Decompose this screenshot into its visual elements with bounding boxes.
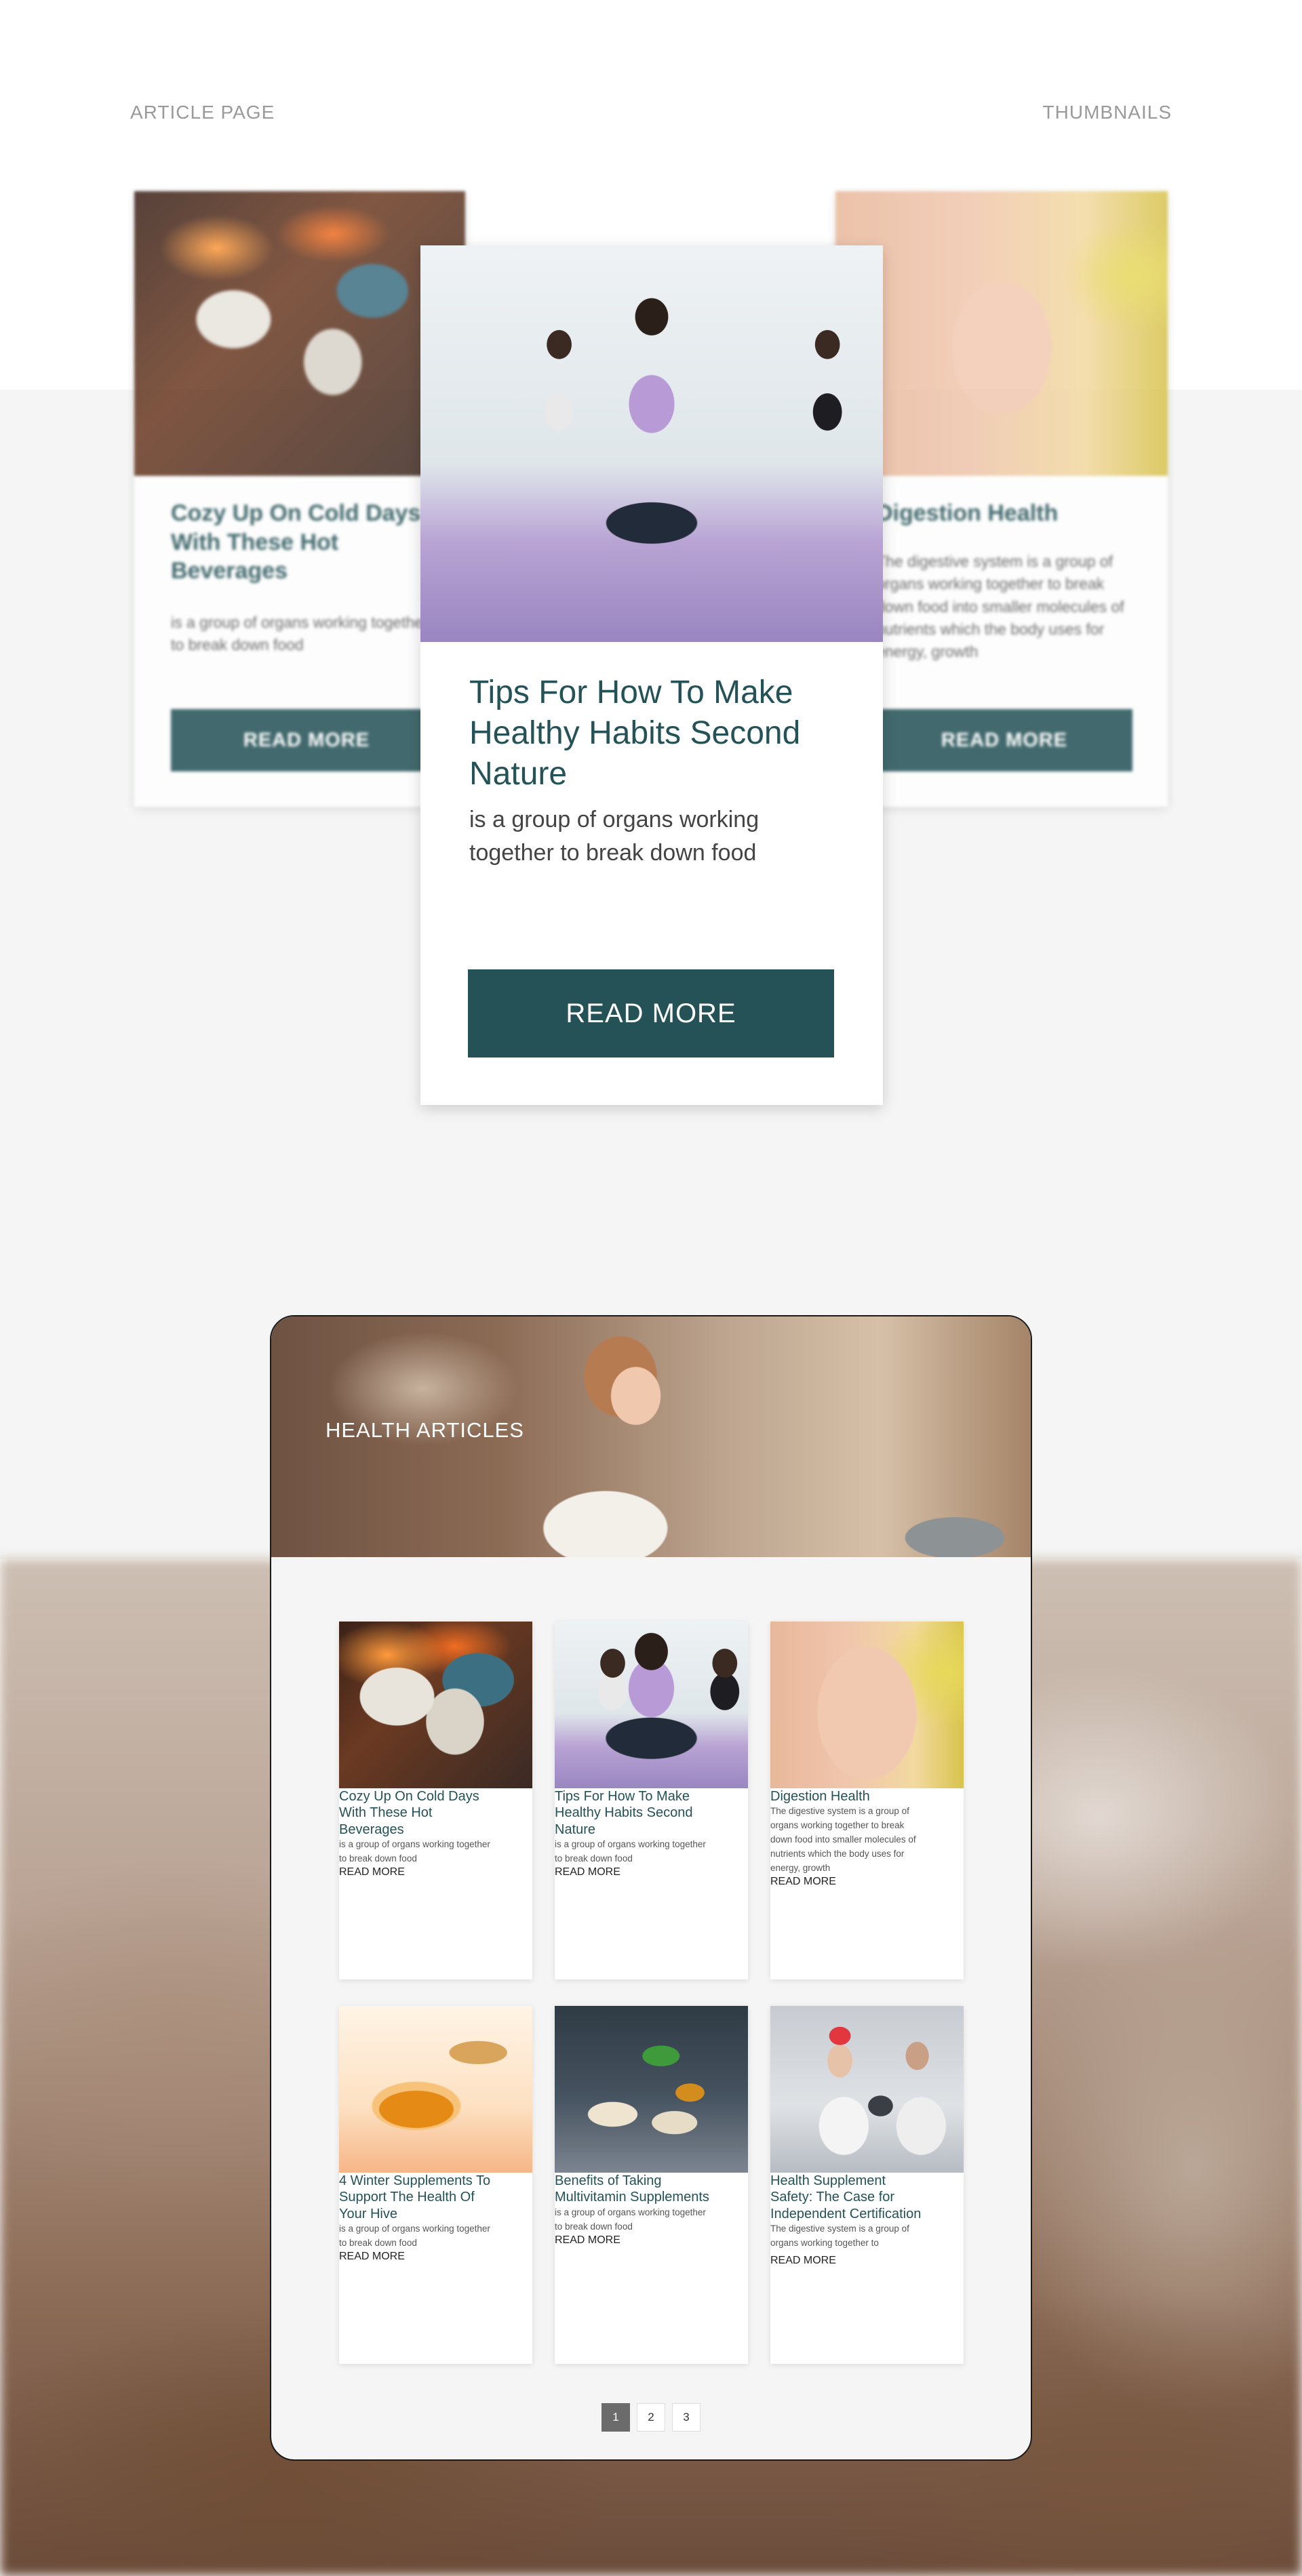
yoga-class-image — [420, 245, 883, 642]
card-title: Cozy Up On Cold Days With These Hot Beve… — [339, 1789, 479, 1837]
page-button-3[interactable]: 3 — [672, 2403, 701, 2432]
cocoa-mug-image — [134, 191, 465, 476]
article-card[interactable]: Tips For How To Make Healthy Habits Seco… — [555, 1622, 748, 1979]
featured-article-card[interactable]: Tips For How To Make Healthy Habits Seco… — [420, 245, 883, 1105]
card-description: The digestive system is a group of organ… — [770, 1806, 916, 1874]
card-description: is a group of organs working together to… — [555, 1839, 706, 1864]
card-description: is a group of organs working together to… — [339, 1839, 490, 1864]
vitamin-pills-image — [555, 2006, 748, 2173]
article-card[interactable]: Cozy Up On Cold Days With These Hot Beve… — [339, 1622, 532, 1979]
card-title: Tips For How To Make Healthy Habits Seco… — [555, 1789, 693, 1837]
lab-scientists-image — [770, 2006, 964, 2173]
article-page-label: ARTICLE PAGE — [130, 102, 275, 123]
pagination: 1 2 3 — [271, 2403, 1031, 2432]
read-more-button[interactable]: READ MORE — [770, 1876, 922, 1912]
thumbnails-label: THUMBNAILS — [1042, 102, 1172, 123]
read-more-button[interactable]: READ MORE — [876, 709, 1132, 771]
page-button-1[interactable]: 1 — [601, 2403, 630, 2432]
thumbnail-card-right[interactable]: Digestion Health The digestive system is… — [835, 191, 1168, 807]
cocoa-mug-image — [339, 1622, 532, 1788]
hero-title: HEALTH ARTICLES — [326, 1418, 524, 1442]
honey-bowl-image — [339, 2006, 532, 2173]
card-description: is a group of organs working together to… — [171, 613, 429, 654]
card-description: The digestive system is a group of organ… — [876, 552, 1124, 661]
card-description: is a group of organs working together to… — [339, 2223, 490, 2249]
card-title: Health Supplement Safety: The Case for I… — [770, 2173, 922, 2221]
thumbnail-card-left[interactable]: Cozy Up On Cold Days With These Hot Beve… — [134, 191, 465, 807]
card-title: Benefits of Taking Multivitamin Suppleme… — [555, 2173, 709, 2205]
read-more-button[interactable]: READ MORE — [468, 969, 834, 1058]
read-more-button[interactable]: READ MORE — [339, 1866, 491, 1903]
read-more-button[interactable]: READ MORE — [339, 2251, 491, 2287]
belly-heart-image — [770, 1622, 964, 1788]
card-description: The digestive system is a group of organ… — [770, 2223, 909, 2249]
article-card[interactable]: Health Supplement Safety: The Case for I… — [770, 2006, 964, 2364]
yoga-class-image — [555, 1622, 748, 1788]
featured-description: is a group of organs working together to… — [469, 807, 760, 866]
featured-title: Tips For How To Make Healthy Habits Seco… — [469, 675, 801, 792]
page-button-2[interactable]: 2 — [637, 2403, 665, 2432]
article-card[interactable]: Benefits of Taking Multivitamin Suppleme… — [555, 2006, 748, 2364]
read-more-button[interactable]: READ MORE — [555, 1866, 707, 1903]
article-card[interactable]: 4 Winter Supplements To Support The Heal… — [339, 2006, 532, 2364]
read-more-button[interactable]: READ MORE — [770, 2255, 922, 2291]
card-description: is a group of organs working together to… — [555, 2207, 706, 2232]
belly-heart-image — [835, 191, 1168, 476]
card-title: Digestion Health — [876, 500, 1059, 526]
card-title: Digestion Health — [770, 1789, 870, 1804]
card-title: 4 Winter Supplements To Support The Heal… — [339, 2173, 491, 2221]
health-articles-mockup: HEALTH ARTICLES Cozy Up On Cold Days Wit… — [270, 1315, 1032, 2461]
read-more-button[interactable]: READ MORE — [171, 709, 442, 771]
card-title: Cozy Up On Cold Days With These Hot Beve… — [171, 500, 421, 584]
read-more-button[interactable]: READ MORE — [555, 2234, 707, 2271]
article-card[interactable]: Digestion Health The digestive system is… — [770, 1622, 964, 1979]
